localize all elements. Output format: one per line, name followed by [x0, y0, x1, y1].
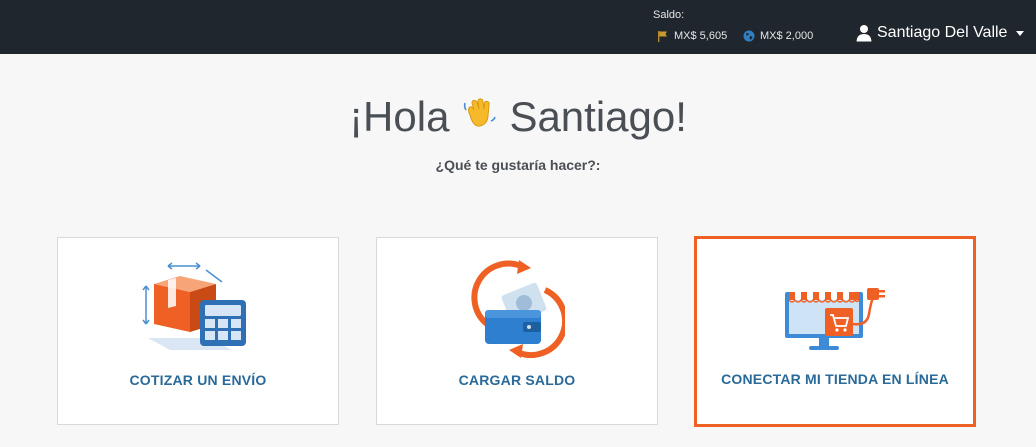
balance-primary-value: MX$ 5,605 [674, 30, 728, 42]
greeting-start: ¡Hola [349, 93, 450, 140]
caret-down-icon [1016, 30, 1025, 36]
user-menu[interactable]: Santiago Del Valle [856, 24, 1025, 42]
box-calculator-icon [140, 260, 256, 355]
user-name: Santiago Del Valle [877, 24, 1008, 41]
online-store-icon [781, 276, 889, 357]
flag-icon [658, 31, 667, 42]
wallet-refill-icon [469, 260, 569, 363]
load-balance-card[interactable]: CARGAR SALDO [376, 237, 658, 425]
quote-shipment-label: COTIZAR UN ENVÍO [129, 372, 267, 388]
balance-secondary-value: MX$ 2,000 [760, 30, 814, 42]
wave-icon [461, 93, 497, 141]
globe-icon [743, 30, 755, 42]
balance-secondary[interactable]: MX$ 2,000 [743, 30, 813, 42]
quote-shipment-card[interactable]: COTIZAR UN ENVÍO [57, 237, 339, 425]
subtitle: ¿Qué te gustaría hacer?: [435, 157, 601, 173]
connect-store-card[interactable]: CONECTAR MI TIENDA EN LÍNEA [694, 236, 976, 427]
load-balance-label: CARGAR SALDO [458, 372, 576, 388]
connect-store-label: CONECTAR MI TIENDA EN LÍNEA [721, 371, 949, 387]
greeting-name: Santiago! [509, 93, 687, 140]
saldo-label: Saldo: [653, 9, 685, 21]
balance-primary[interactable]: MX$ 5,605 [657, 30, 727, 42]
user-icon [856, 25, 872, 42]
greeting-title: ¡Hola Santiago! [0, 93, 1036, 141]
top-bar: Saldo: MX$ 5,605 MX$ 2,000 Santiago Del … [0, 0, 1036, 54]
